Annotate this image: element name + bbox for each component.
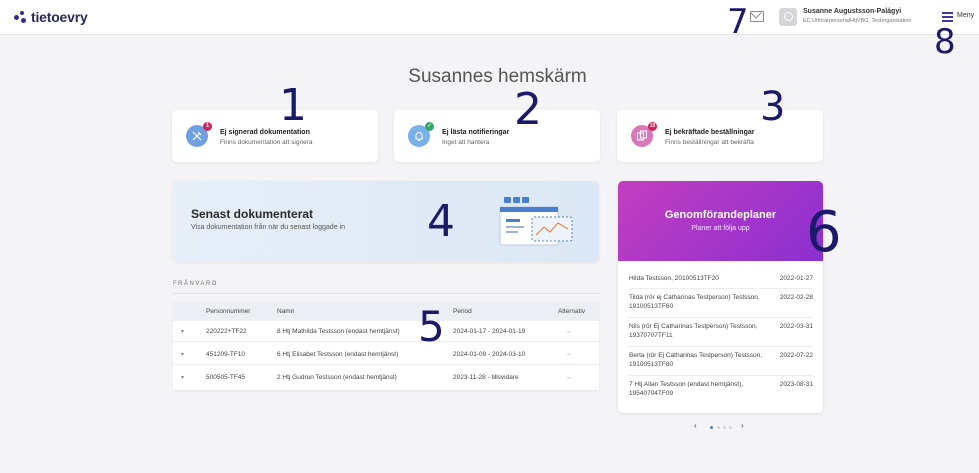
plan-date: 2022-03-31 — [779, 323, 813, 330]
mail-icon[interactable] — [750, 11, 764, 22]
pager-dot-active[interactable] — [710, 426, 713, 429]
annotation-number: 4 — [427, 196, 455, 247]
latest-documented-banner[interactable]: Senast dokumenterat Visa dokumentation f… — [173, 181, 599, 262]
annotation-number: 2 — [514, 84, 542, 135]
implementation-plans-card[interactable]: Genomförandeplaner Planer att följa upp … — [618, 181, 823, 413]
cell-period: 2023-11-28 - tillsvidare — [453, 374, 519, 381]
tile-title: Ej lästa notifieringar — [442, 129, 510, 136]
annotation-number: 3 — [760, 84, 786, 130]
column-header[interactable]: Period — [453, 308, 472, 315]
absence-table: Personnummer Namn Period Alternativ ▾ 22… — [173, 302, 599, 390]
pager-dot[interactable] — [723, 426, 726, 429]
plans-title: Genomförandeplaner — [664, 209, 777, 221]
cell-period: 2024-01-09 - 2024-03-10 — [453, 351, 526, 358]
carousel-pager: ‹ › — [690, 421, 750, 432]
plan-client: Nils (rör Ej Catharinas Testperson) Test… — [629, 323, 758, 339]
menu-icon[interactable] — [942, 12, 953, 22]
expand-chevron-icon[interactable]: ▾ — [181, 328, 184, 335]
annotation-number: 7 — [727, 2, 749, 42]
column-header[interactable]: Namn — [277, 308, 294, 315]
tile-unsigned-documentation[interactable]: 1 Ej signerad dokumentation Finns dokume… — [172, 110, 378, 162]
annotation-number: 5 — [418, 302, 445, 351]
dashboard-illustration-icon — [499, 197, 573, 246]
plan-date: 2022-02-28 — [779, 294, 813, 301]
annotation-number: 6 — [806, 200, 842, 265]
cell-personnummer: 500505-TF45 — [206, 374, 246, 381]
annotation-number: 1 — [279, 80, 307, 131]
banner-subtitle: Visa dokumentation från när du senast lo… — [191, 224, 345, 231]
arrow-right-icon[interactable]: → — [565, 374, 572, 381]
plan-date: 2023-08-31 — [779, 381, 813, 388]
arrow-right-icon[interactable]: → — [565, 328, 572, 335]
plan-date: 2022-01-27 — [779, 275, 813, 282]
check-badge: ✓ — [425, 122, 434, 131]
plan-row[interactable]: 7 Htj Allan Testsson (endast hemtjänst),… — [629, 380, 813, 406]
user-role: EC.UtförarpersonalHtjVBG, Testorganisati… — [803, 18, 912, 24]
plan-row[interactable]: Berta (rör Ej Catharinas Testperson) Tes… — [629, 351, 813, 376]
arrow-right-icon[interactable]: → — [565, 351, 572, 358]
cell-name: 6 Htj Elisabet Testsson (endast hemtjäns… — [277, 351, 399, 358]
table-row[interactable]: ▾ 220222+TF22 8 Htj Mathilda Testsson (e… — [173, 322, 599, 342]
next-chevron-icon[interactable]: › — [741, 421, 744, 430]
cell-personnummer: 220222+TF22 — [206, 328, 247, 335]
expand-chevron-icon[interactable]: ▾ — [181, 351, 184, 358]
logo-mark-icon — [14, 10, 27, 24]
tile-title: Ej bekräftade beställningar — [665, 129, 755, 136]
plan-row[interactable]: Tilda (rör ej Catharinas Testperson) Tes… — [629, 293, 813, 318]
plans-subtitle: Planer att följa upp — [691, 225, 750, 232]
cell-personnummer: 451209-TF10 — [206, 351, 246, 358]
plan-client: Tilda (rör ej Catharinas Testperson) Tes… — [629, 294, 760, 310]
tile-subtitle: Finns dokumentation att signera — [220, 139, 313, 146]
plan-client: Hilda Testsson, 20100513TF20 — [629, 275, 719, 282]
avatar[interactable] — [779, 8, 797, 26]
pager-dot[interactable] — [717, 426, 720, 429]
plan-client: 7 Htj Allan Testsson (endast hemtjänst),… — [629, 381, 744, 397]
tile-unread-notifications[interactable]: ✓ Ej lästa notifieringar Inget att hante… — [394, 110, 600, 162]
logo[interactable]: tietoevry — [14, 9, 88, 25]
badge-count: 1 — [203, 122, 212, 131]
cell-name: 2 Htj Gudrun Testsson (endast hemtjänst) — [277, 374, 397, 381]
column-header[interactable]: Personnummer — [206, 308, 250, 315]
tile-unconfirmed-orders[interactable]: 10 Ej bekräftade beställningar Finns bes… — [617, 110, 823, 162]
logo-text: tietoevry — [31, 9, 88, 25]
cell-name: 8 Htj Mathilda Testsson (endast hemtjäns… — [277, 328, 400, 335]
table-row[interactable]: ▾ 451209-TF10 6 Htj Elisabet Testsson (e… — [173, 345, 599, 365]
badge-count: 10 — [648, 122, 657, 131]
column-header: Alternativ — [558, 308, 586, 315]
expand-chevron-icon[interactable]: ▾ — [181, 374, 184, 381]
plan-row[interactable]: Hilda Testsson, 20100513TF20 2022-01-27 — [629, 274, 813, 289]
user-name[interactable]: Susanne Augustsson-Palágyi — [803, 8, 901, 15]
absence-section-label: FRÅNVARO — [173, 281, 218, 287]
cell-period: 2024-01-17 - 2024-01-19 — [453, 328, 526, 335]
pager-dot[interactable] — [729, 426, 732, 429]
plan-client: Berta (rör Ej Catharinas Testperson) Tes… — [629, 352, 763, 368]
tile-subtitle: Inget att hantera — [442, 139, 490, 146]
menu-label[interactable]: Meny — [957, 12, 974, 19]
table-header: Personnummer Namn Period Alternativ — [173, 302, 599, 321]
plan-date: 2022-07-22 — [779, 352, 813, 359]
plans-header: Genomförandeplaner Planer att följa upp — [618, 181, 823, 261]
tile-subtitle: Finns beställningar att bekräfta — [665, 139, 754, 146]
table-row[interactable]: ▾ 500505-TF45 2 Htj Gudrun Testsson (end… — [173, 368, 599, 387]
previous-chevron-icon[interactable]: ‹ — [694, 421, 697, 430]
divider — [173, 293, 599, 294]
annotation-number: 8 — [934, 22, 956, 62]
page-title: Susannes hemskärm — [408, 66, 587, 87]
banner-title: Senast dokumenterat — [191, 207, 314, 221]
top-bar: tietoevry Susanne Augustsson-Palágyi EC.… — [0, 0, 979, 35]
plan-row[interactable]: Nils (rör Ej Catharinas Testperson) Test… — [629, 322, 813, 347]
